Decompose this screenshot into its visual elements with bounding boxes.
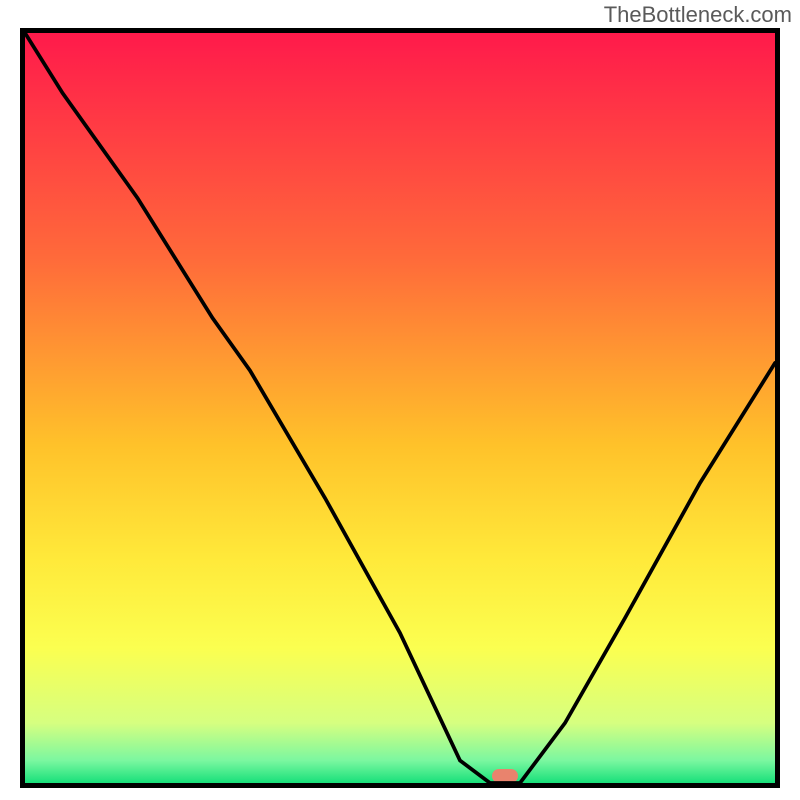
chart-container: TheBottleneck.com (0, 0, 800, 800)
watermark-label: TheBottleneck.com (604, 2, 792, 28)
plot-area (20, 28, 780, 788)
bottleneck-curve (25, 33, 775, 783)
